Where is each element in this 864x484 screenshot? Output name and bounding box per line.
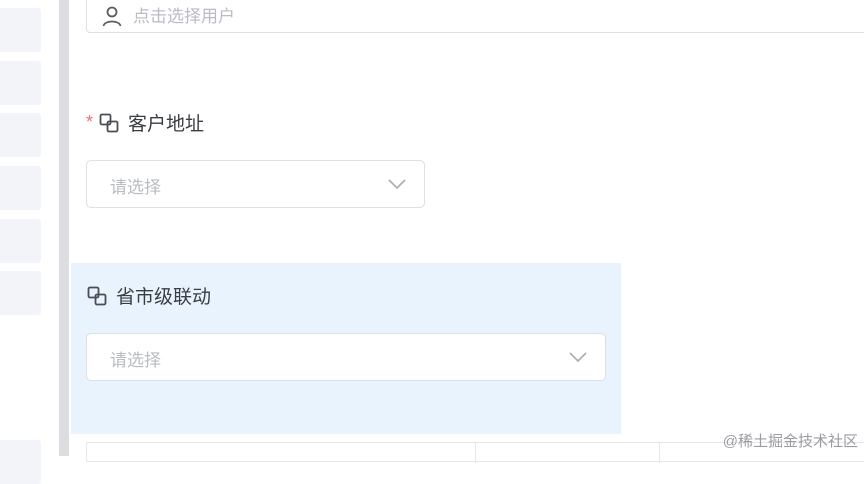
sidebar-item[interactable] — [0, 113, 41, 157]
cascade-field-label: 省市级联动 — [87, 282, 211, 309]
link-icon — [99, 113, 119, 132]
address-select-placeholder: 请选择 — [110, 178, 161, 197]
user-icon — [102, 6, 122, 27]
table-column-divider — [475, 443, 476, 463]
cascade-field-text: 省市级联动 — [116, 287, 212, 308]
sidebar-item[interactable] — [0, 271, 41, 315]
link-icon — [87, 286, 107, 305]
chevron-down-icon[interactable] — [388, 178, 406, 190]
panel-divider[interactable] — [59, 0, 69, 456]
chevron-down-icon[interactable] — [569, 351, 587, 363]
sidebar-item[interactable] — [0, 61, 41, 105]
sidebar-item[interactable] — [0, 219, 41, 263]
sidebar-item[interactable] — [0, 440, 41, 484]
cascade-select[interactable]: 请选择 — [86, 333, 606, 381]
required-mark: * — [86, 112, 94, 132]
sidebar-item[interactable] — [0, 166, 41, 210]
sidebar-item[interactable] — [0, 8, 41, 52]
address-field-text: 客户地址 — [128, 114, 205, 135]
user-select-placeholder: 点击选择用户 — [133, 7, 235, 26]
address-select[interactable]: 请选择 — [86, 160, 425, 208]
sidebar — [0, 0, 58, 484]
watermark: @稀土掘金技术社区 — [722, 433, 858, 450]
user-select-input[interactable]: 点击选择用户 — [86, 0, 864, 33]
address-field-label: * 客户地址 — [86, 109, 204, 136]
table-column-divider — [659, 443, 660, 463]
cascade-select-placeholder: 请选择 — [110, 351, 161, 370]
